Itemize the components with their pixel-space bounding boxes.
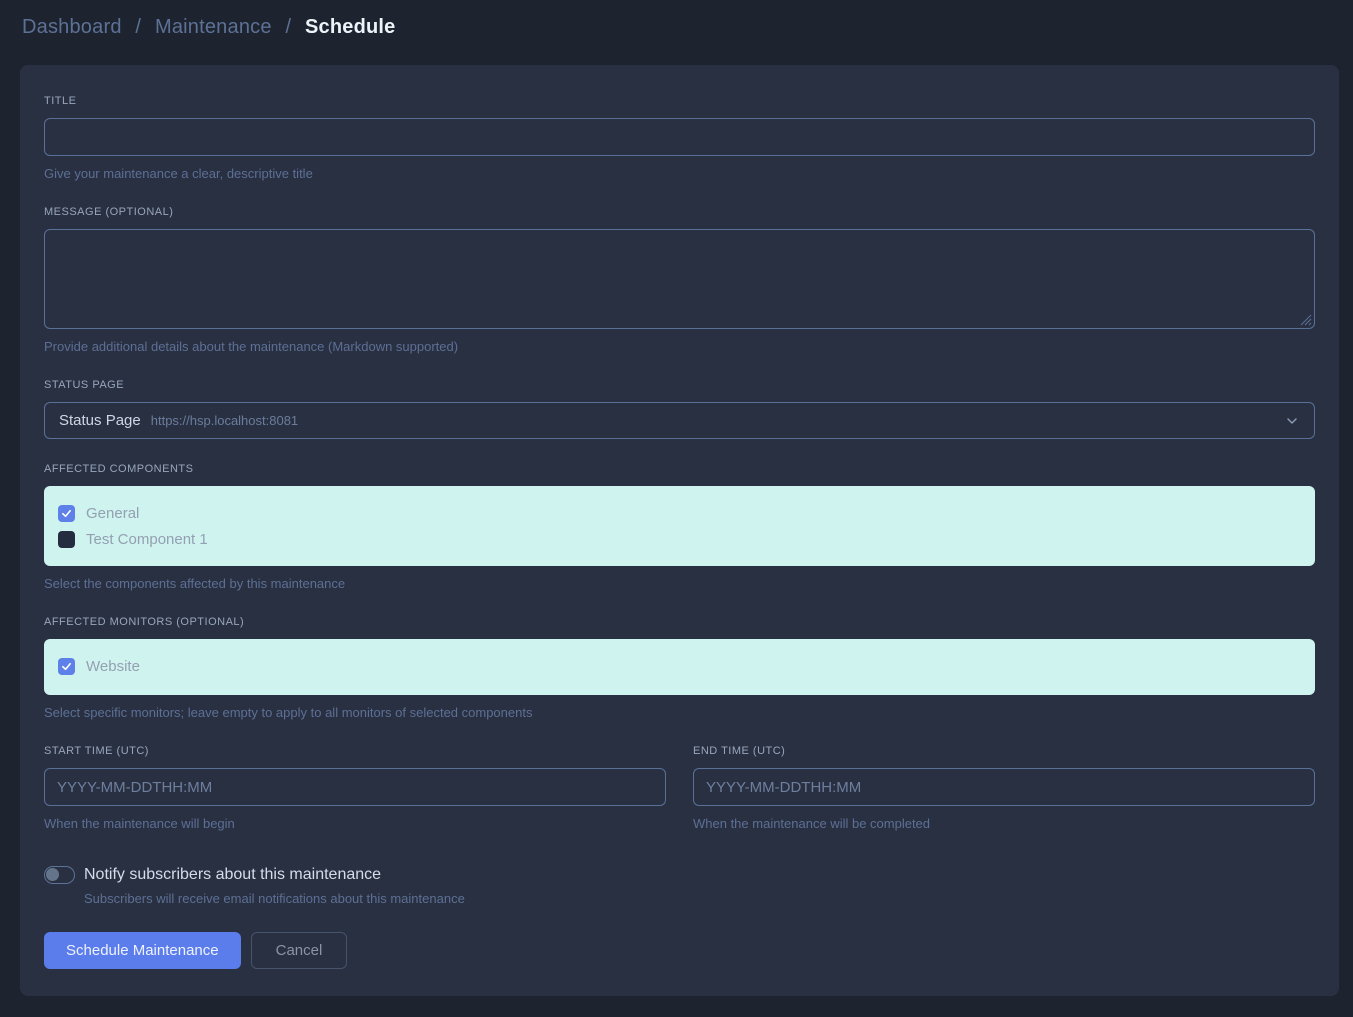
chevron-down-icon: [1284, 413, 1300, 429]
breadcrumb-separator: /: [135, 16, 141, 38]
checkbox-label: Website: [86, 658, 140, 675]
monitors-label: AFFECTED MONITORS (OPTIONAL): [44, 616, 1315, 629]
status-page-group: STATUS PAGE Status Page https://hsp.loca…: [44, 379, 1315, 439]
time-row: START TIME (UTC) When the maintenance wi…: [44, 745, 1315, 832]
textarea-resize-handle[interactable]: [1300, 314, 1312, 326]
notify-helper: Subscribers will receive email notificat…: [84, 891, 1315, 906]
message-helper: Provide additional details about the mai…: [44, 339, 1315, 355]
checkbox-option-row[interactable]: General: [58, 500, 1301, 526]
form-actions: Schedule Maintenance Cancel: [44, 932, 1315, 969]
breadcrumb-separator: /: [285, 16, 291, 38]
end-time-input[interactable]: [693, 768, 1315, 806]
end-time-group: END TIME (UTC) When the maintenance will…: [693, 745, 1315, 832]
schedule-maintenance-button[interactable]: Schedule Maintenance: [44, 932, 241, 969]
breadcrumb-dashboard[interactable]: Dashboard: [22, 16, 122, 38]
title-group: TITLE Give your maintenance a clear, des…: [44, 95, 1315, 182]
end-time-helper: When the maintenance will be completed: [693, 816, 1315, 832]
status-page-selected-name: Status Page: [59, 412, 141, 429]
status-page-selected-url: https://hsp.localhost:8081: [151, 413, 298, 428]
message-textarea[interactable]: [44, 229, 1315, 329]
monitors-helper: Select specific monitors; leave empty to…: [44, 705, 1315, 721]
schedule-maintenance-form-card: TITLE Give your maintenance a clear, des…: [20, 65, 1339, 996]
components-list: General Test Component 1: [44, 486, 1315, 566]
start-time-input[interactable]: [44, 768, 666, 806]
end-time-label: END TIME (UTC): [693, 745, 1315, 758]
breadcrumb: Dashboard / Maintenance / Schedule: [22, 16, 1331, 39]
title-helper: Give your maintenance a clear, descripti…: [44, 166, 1315, 182]
notify-block: Notify subscribers about this maintenanc…: [44, 866, 1315, 906]
topbar: Dashboard / Maintenance / Schedule: [0, 0, 1353, 65]
checkbox-label: Test Component 1: [86, 531, 208, 548]
toggle-knob: [46, 868, 59, 881]
checkbox[interactable]: [58, 505, 75, 522]
monitors-group: AFFECTED MONITORS (OPTIONAL) Website Sel…: [44, 616, 1315, 721]
checkbox-label: General: [86, 505, 139, 522]
status-page-label: STATUS PAGE: [44, 379, 1315, 392]
check-icon: [61, 508, 72, 519]
message-label: MESSAGE (OPTIONAL): [44, 206, 1315, 219]
title-input[interactable]: [44, 118, 1315, 156]
check-icon: [61, 661, 72, 672]
notify-label: Notify subscribers about this maintenanc…: [84, 866, 381, 884]
checkbox-option-row[interactable]: Website: [58, 653, 1301, 679]
message-group: MESSAGE (OPTIONAL) Provide additional de…: [44, 206, 1315, 355]
start-time-group: START TIME (UTC) When the maintenance wi…: [44, 745, 666, 832]
breadcrumb-current-schedule: Schedule: [305, 16, 396, 38]
checkbox[interactable]: [58, 531, 75, 548]
title-label: TITLE: [44, 95, 1315, 108]
start-time-helper: When the maintenance will begin: [44, 816, 666, 832]
notify-subscribers-toggle[interactable]: [44, 866, 75, 884]
checkbox-option-row[interactable]: Test Component 1: [58, 526, 1301, 552]
status-page-select[interactable]: Status Page https://hsp.localhost:8081: [44, 402, 1315, 439]
checkbox[interactable]: [58, 658, 75, 675]
start-time-label: START TIME (UTC): [44, 745, 666, 758]
components-helper: Select the components affected by this m…: [44, 576, 1315, 592]
components-group: AFFECTED COMPONENTS General Test Compone…: [44, 463, 1315, 592]
components-label: AFFECTED COMPONENTS: [44, 463, 1315, 476]
monitors-list: Website: [44, 639, 1315, 695]
breadcrumb-maintenance[interactable]: Maintenance: [155, 16, 272, 38]
cancel-button[interactable]: Cancel: [251, 932, 348, 969]
